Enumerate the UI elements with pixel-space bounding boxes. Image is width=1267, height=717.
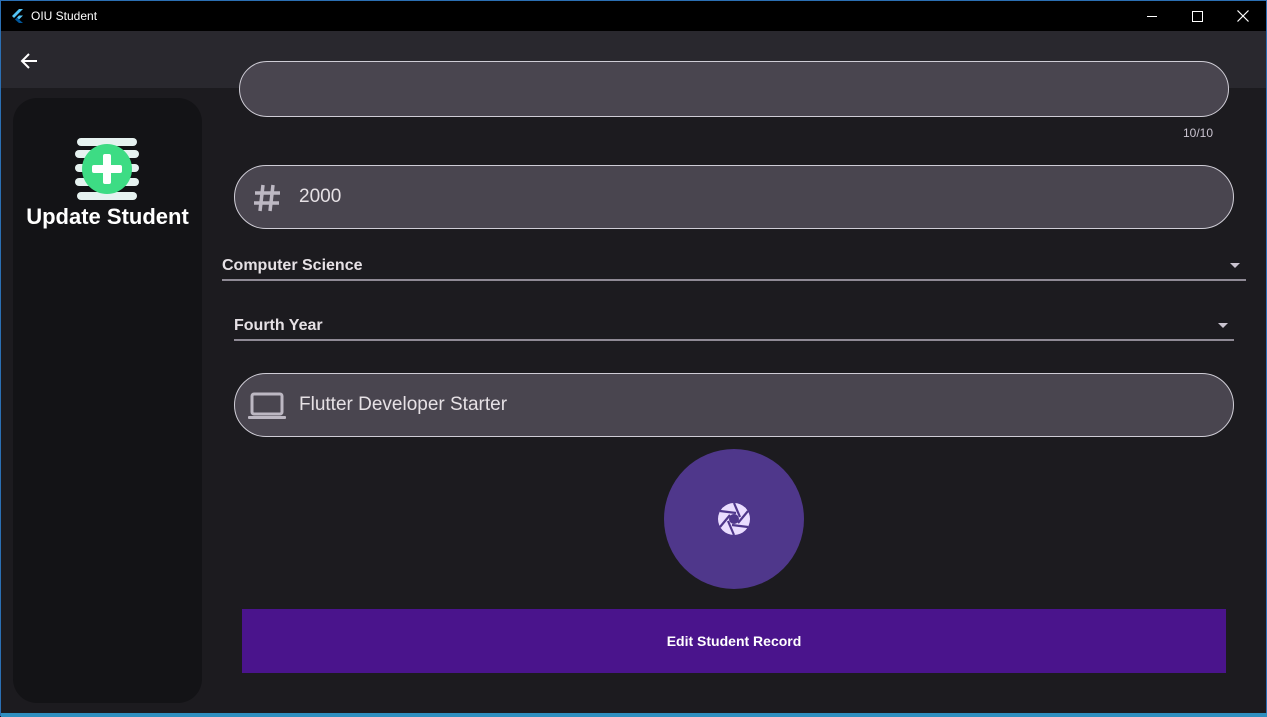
arrow-back-icon bbox=[20, 53, 37, 69]
side-panel: Update Student bbox=[13, 98, 202, 703]
maximize-button[interactable] bbox=[1174, 1, 1220, 31]
track-field[interactable]: Flutter Developer Starter bbox=[234, 373, 1234, 437]
add-student-icon bbox=[75, 138, 139, 200]
dropdown-arrow-icon bbox=[1230, 263, 1240, 268]
edit-student-record-button[interactable]: Edit Student Record bbox=[242, 609, 1226, 673]
laptop-icon bbox=[247, 388, 287, 424]
track-field-value: Flutter Developer Starter bbox=[299, 394, 508, 415]
level-value: Fourth Year bbox=[234, 317, 323, 334]
dropdown-arrow-icon bbox=[1218, 323, 1228, 328]
year-field-value: 2000 bbox=[299, 186, 342, 207]
page-title: Update Student bbox=[26, 204, 189, 229]
year-field[interactable]: 2000 bbox=[234, 165, 1234, 229]
back-button[interactable] bbox=[15, 47, 43, 75]
flutter-logo-icon bbox=[12, 9, 23, 23]
department-dropdown[interactable]: Computer Science bbox=[222, 255, 1246, 281]
photo-picker-button[interactable] bbox=[664, 449, 804, 589]
close-button[interactable] bbox=[1220, 1, 1266, 31]
title-bar: OIU Student bbox=[1, 1, 1266, 31]
level-dropdown[interactable]: Fourth Year bbox=[234, 315, 1234, 341]
previous-field-partial[interactable] bbox=[239, 61, 1229, 117]
character-counter: 10/10 bbox=[1182, 126, 1213, 140]
maximize-icon bbox=[1191, 10, 1203, 22]
taskbar-edge bbox=[1, 713, 1267, 717]
close-icon bbox=[1237, 10, 1249, 22]
hash-icon bbox=[247, 180, 287, 216]
minimize-button[interactable] bbox=[1129, 1, 1175, 31]
camera-shutter-icon bbox=[718, 502, 750, 536]
minimize-icon bbox=[1146, 15, 1157, 17]
window-title: OIU Student bbox=[31, 9, 98, 23]
department-value: Computer Science bbox=[222, 257, 363, 274]
app-window: OIU Student Update Student 10/10 2000 Co… bbox=[0, 0, 1267, 717]
